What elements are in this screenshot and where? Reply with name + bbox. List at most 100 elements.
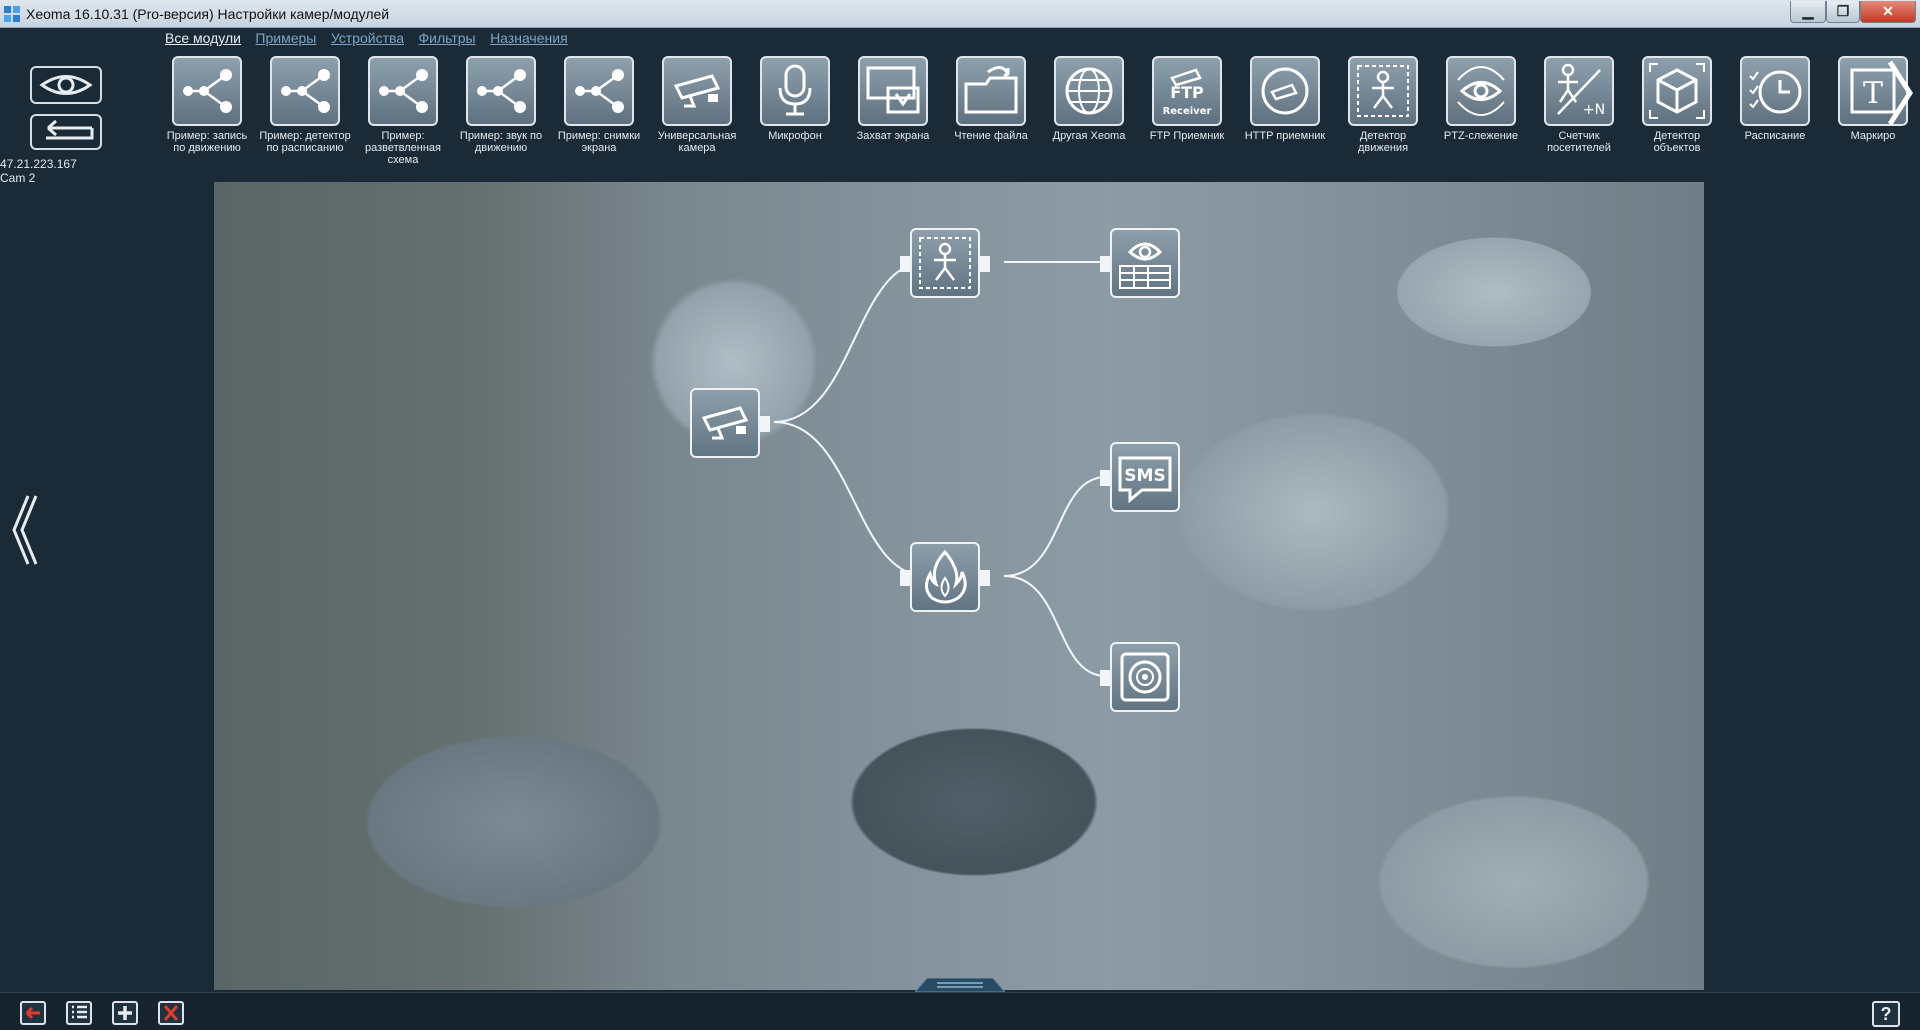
module-label: FTP Приемник bbox=[1149, 130, 1225, 142]
module-ptz-tracking[interactable]: PTZ-слежение bbox=[1434, 56, 1528, 142]
chevron-right-icon[interactable] bbox=[1884, 58, 1914, 128]
camera-icon bbox=[662, 56, 732, 126]
module-label: HTTP приемник bbox=[1244, 130, 1326, 142]
object-detector-icon bbox=[1642, 56, 1712, 126]
module-microphone[interactable]: Микрофон bbox=[748, 56, 842, 142]
module-screen-capture[interactable]: Захват экрана bbox=[846, 56, 940, 142]
screen-capture-icon bbox=[858, 56, 928, 126]
module-label: Пример: запись по движению bbox=[166, 130, 248, 154]
tab-filters[interactable]: Фильтры bbox=[419, 30, 476, 46]
module-label: Счетчик посетителей bbox=[1547, 130, 1611, 154]
delete-camera-button[interactable] bbox=[158, 1001, 184, 1025]
module-universal-camera[interactable]: Универсальная камера bbox=[650, 56, 744, 154]
back-icon bbox=[25, 1006, 40, 1020]
motion-detector-icon bbox=[919, 237, 971, 289]
tab-devices[interactable]: Устройства bbox=[331, 30, 404, 46]
module-label: Расписание bbox=[1744, 130, 1806, 142]
minimize-button[interactable]: ▁ bbox=[1790, 1, 1826, 23]
input-port[interactable] bbox=[900, 570, 910, 586]
module-example-schedule-detector[interactable]: Пример: детектор по расписанию bbox=[258, 56, 352, 154]
bottom-toolbar: ? bbox=[0, 992, 1920, 1030]
camera-icon bbox=[701, 406, 749, 440]
http-receiver-icon bbox=[1250, 56, 1320, 126]
output-port[interactable] bbox=[760, 416, 770, 432]
scheme-node-fire-detector[interactable] bbox=[900, 542, 990, 612]
ftp-icon-subtext: Receiver bbox=[1163, 106, 1212, 117]
add-camera-button[interactable] bbox=[112, 1001, 138, 1025]
module-category-tabs: Все модули Примеры Устройства Фильтры На… bbox=[165, 30, 578, 48]
list-button[interactable] bbox=[66, 1001, 92, 1025]
preview-archive-icon bbox=[1119, 242, 1171, 289]
tab-examples[interactable]: Примеры bbox=[255, 30, 316, 46]
sms-icon: SMS bbox=[1118, 456, 1172, 504]
module-example-branched-scheme[interactable]: Пример: разветвленная схема bbox=[356, 56, 450, 166]
xeoma-logo-icon bbox=[4, 6, 20, 22]
eye-icon bbox=[39, 75, 93, 95]
scheme-icon bbox=[270, 56, 340, 126]
module-label: Пример: снимки экрана bbox=[557, 130, 641, 154]
module-label: Детектор объектов bbox=[1653, 130, 1701, 154]
microphone-icon bbox=[760, 56, 830, 126]
camera-name: Cam 2 bbox=[0, 171, 36, 185]
module-example-sound-on-motion[interactable]: Пример: звук по движению bbox=[454, 56, 548, 154]
marking-icon-text: T bbox=[1863, 76, 1883, 111]
module-ftp-receiver[interactable]: FTP Receiver FTP Приемник bbox=[1140, 56, 1234, 142]
ptz-tracking-icon bbox=[1446, 56, 1516, 126]
module-example-screenshots[interactable]: Пример: снимки экрана bbox=[552, 56, 646, 154]
camera-preview[interactable]: SMS bbox=[214, 182, 1704, 990]
speaker-icon bbox=[1120, 652, 1170, 702]
module-label: Чтение файла bbox=[954, 130, 1028, 142]
preview-mode-button[interactable] bbox=[30, 66, 102, 104]
window-title: Xeoma 16.10.31 (Pro-версия) Настройки ка… bbox=[26, 6, 390, 22]
close-button[interactable]: ✕ bbox=[1860, 1, 1916, 23]
module-label: Другая Xeoma bbox=[1052, 130, 1126, 142]
ftp-receiver-icon: FTP Receiver bbox=[1152, 56, 1222, 126]
output-port[interactable] bbox=[980, 256, 990, 272]
module-label: Универсальная камера bbox=[657, 130, 737, 154]
module-toolbar: Пример: запись по движению Пример: детек… bbox=[160, 56, 1908, 176]
scheme-icon bbox=[466, 56, 536, 126]
module-label: PTZ-слежение bbox=[1443, 130, 1519, 142]
app-window: Xeoma 16.10.31 (Pro-версия) Настройки ка… bbox=[0, 0, 1920, 1030]
delete-icon bbox=[163, 1005, 179, 1021]
camera-ip-address: 47.21.223.167 bbox=[0, 157, 77, 171]
tab-all-modules[interactable]: Все модули bbox=[165, 30, 241, 46]
input-port[interactable] bbox=[1100, 670, 1110, 686]
scheme-node-motion-detector[interactable] bbox=[900, 228, 990, 298]
module-label: Пример: детектор по расписанию bbox=[259, 130, 351, 154]
folder-icon bbox=[956, 56, 1026, 126]
return-button[interactable] bbox=[30, 114, 102, 150]
scheme-icon bbox=[564, 56, 634, 126]
scheme-node-sms[interactable]: SMS bbox=[1100, 442, 1180, 512]
module-schedule[interactable]: Расписание bbox=[1728, 56, 1822, 142]
title-bar[interactable]: Xeoma 16.10.31 (Pro-версия) Настройки ка… bbox=[0, 0, 1920, 28]
module-example-motion-record[interactable]: Пример: запись по движению bbox=[160, 56, 254, 154]
globe-icon bbox=[1054, 56, 1124, 126]
module-label: Детектор движения bbox=[1357, 130, 1409, 154]
sms-icon-text: SMS bbox=[1124, 466, 1165, 486]
help-button[interactable]: ? bbox=[1872, 1001, 1900, 1027]
input-port[interactable] bbox=[1100, 256, 1110, 272]
module-http-receiver[interactable]: HTTP приемник bbox=[1238, 56, 1332, 142]
list-icon bbox=[72, 1005, 87, 1019]
counter-icon-text: +N bbox=[1583, 102, 1605, 118]
input-port[interactable] bbox=[1100, 470, 1110, 486]
panel-collapse-handle[interactable] bbox=[915, 978, 1005, 992]
input-port[interactable] bbox=[900, 256, 910, 272]
module-object-detector[interactable]: Детектор объектов bbox=[1630, 56, 1724, 154]
scheme-node-preview-archive[interactable] bbox=[1100, 228, 1180, 298]
scheme-icon bbox=[172, 56, 242, 126]
module-motion-detector[interactable]: Детектор движения bbox=[1336, 56, 1430, 154]
maximize-button[interactable]: ❐ bbox=[1826, 1, 1860, 23]
output-port[interactable] bbox=[980, 570, 990, 586]
back-button[interactable] bbox=[20, 1001, 46, 1025]
module-visitor-counter[interactable]: +N Счетчик посетителей bbox=[1532, 56, 1626, 154]
scheme-node-camera[interactable] bbox=[690, 388, 770, 458]
fire-detector-icon bbox=[925, 549, 967, 604]
tab-destinations[interactable]: Назначения bbox=[490, 30, 568, 46]
module-file-reading[interactable]: Чтение файла bbox=[944, 56, 1038, 142]
module-label: Пример: разветвленная схема bbox=[364, 130, 442, 166]
module-other-xeoma[interactable]: Другая Xeoma bbox=[1042, 56, 1136, 142]
scheme-node-sound-alarm[interactable] bbox=[1100, 642, 1180, 712]
chevron-left-icon[interactable] bbox=[6, 490, 42, 570]
